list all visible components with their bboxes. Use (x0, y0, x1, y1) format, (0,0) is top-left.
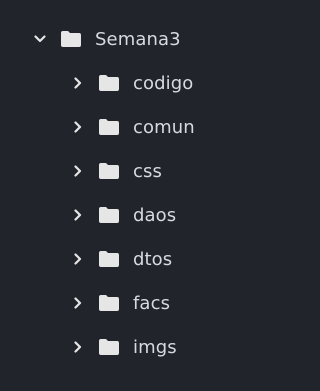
chevron-down-icon[interactable] (34, 33, 46, 45)
tree-root-folder[interactable]: Semana3 (0, 17, 278, 61)
tree-item-folder[interactable]: imgs (0, 325, 278, 369)
folder-icon (98, 294, 120, 312)
chevron-right-icon[interactable] (72, 165, 84, 177)
tree-item-folder[interactable]: comun (0, 105, 278, 149)
folder-icon (60, 30, 82, 48)
chevron-right-icon[interactable] (72, 253, 84, 265)
folder-icon (98, 118, 120, 136)
folder-icon (98, 162, 120, 180)
chevron-right-icon[interactable] (72, 297, 84, 309)
tree-item-folder[interactable]: daos (0, 193, 278, 237)
folder-icon (98, 74, 120, 92)
folder-icon (98, 206, 120, 224)
folder-icon (98, 250, 120, 268)
file-tree: Semana3 codigo comun css daos dtos facs imgs (0, 0, 278, 391)
tree-item-folder[interactable]: codigo (0, 61, 278, 105)
tree-item-folder[interactable]: dtos (0, 237, 278, 281)
chevron-right-icon[interactable] (72, 209, 84, 221)
chevron-right-icon[interactable] (72, 121, 84, 133)
tree-item-label: facs (133, 292, 171, 314)
folder-icon (98, 338, 120, 356)
tree-item-label: codigo (133, 72, 194, 94)
chevron-right-icon[interactable] (72, 77, 84, 89)
tree-item-label: comun (133, 116, 195, 138)
chevron-right-icon[interactable] (72, 341, 84, 353)
tree-item-label: daos (133, 204, 177, 226)
tree-item-folder[interactable]: facs (0, 281, 278, 325)
tree-item-label: css (133, 160, 162, 182)
tree-item-folder[interactable]: css (0, 149, 278, 193)
tree-item-label: imgs (133, 336, 177, 358)
tree-root-label: Semana3 (95, 28, 181, 50)
tree-item-label: dtos (133, 248, 173, 270)
